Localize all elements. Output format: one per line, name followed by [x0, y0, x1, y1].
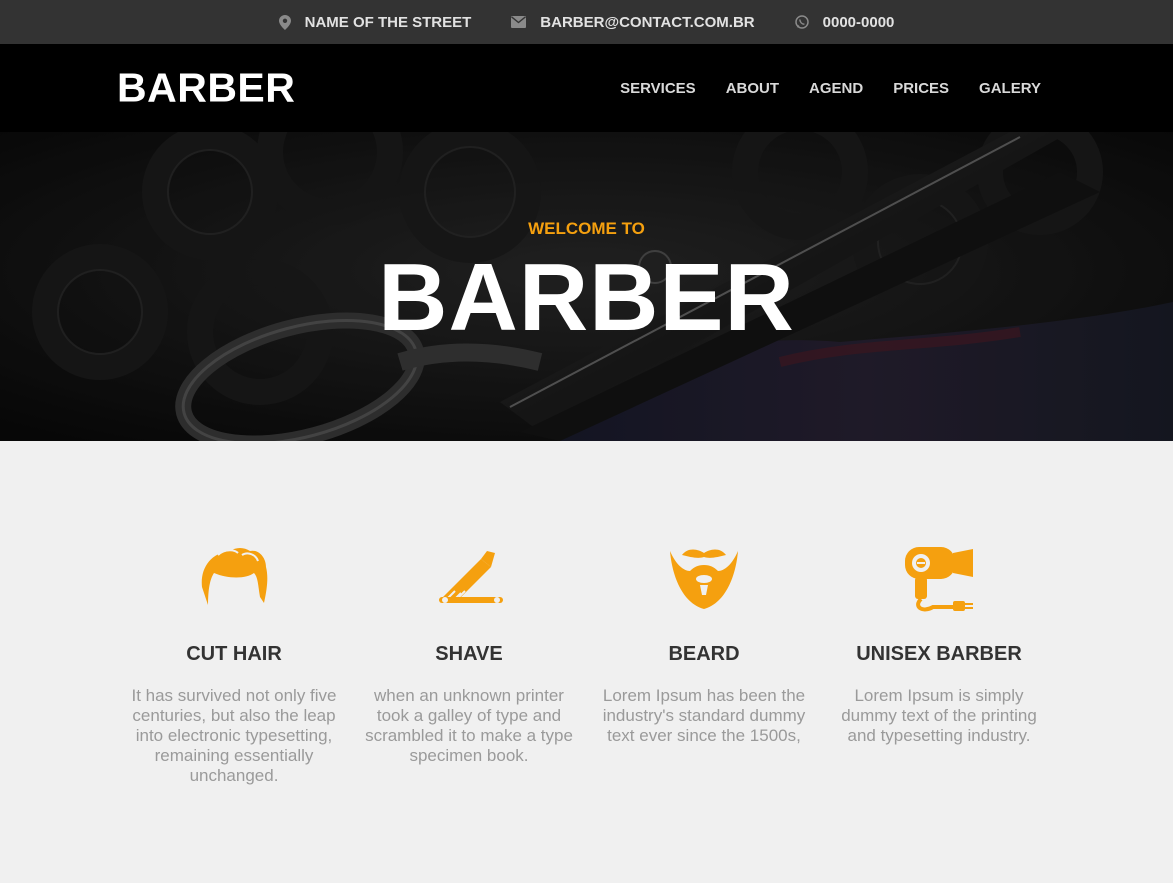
nav-item-galery[interactable]: GALERY — [979, 80, 1041, 97]
service-description: It has survived not only five centuries,… — [131, 686, 337, 785]
service-card-cut-hair: CUT HAIR It has survived not only five c… — [129, 545, 339, 786]
envelope-icon — [511, 16, 527, 28]
hero-welcome-text: WELCOME TO — [528, 219, 645, 238]
service-title: SHAVE — [435, 643, 503, 665]
beard-icon — [670, 549, 738, 609]
address-text: NAME OF THE STREET — [304, 13, 472, 31]
service-description: Lorem Ipsum is simply dummy text of the … — [841, 686, 1037, 745]
site-logo[interactable]: BARBER — [117, 65, 295, 112]
hair-icon — [201, 548, 268, 605]
service-description: when an unknown printer took a galley of… — [365, 686, 573, 765]
contact-address: NAME OF THE STREET — [278, 13, 472, 31]
hero-title: BARBER — [378, 244, 795, 351]
nav-item-agend[interactable]: AGEND — [809, 80, 863, 97]
nav-menu: SERVICES ABOUT AGEND PRICES GALERY — [590, 44, 1041, 132]
whatsapp-icon — [794, 15, 809, 29]
nav-item-about[interactable]: ABOUT — [726, 80, 779, 97]
service-card-shave: SHAVE when an unknown printer took a gal… — [364, 545, 574, 766]
hair-dryer-icon — [905, 547, 973, 612]
razor-icon — [439, 551, 503, 603]
service-card-unisex-barber: UNISEX BARBER Lorem Ipsum is simply dumm… — [834, 545, 1044, 746]
phone-text[interactable]: 0000-0000 — [823, 14, 895, 31]
service-card-beard: BEARD Lorem Ipsum has been the industry'… — [599, 545, 809, 746]
email-text[interactable]: BARBER@CONTACT.COM.BR — [540, 14, 754, 31]
service-title: UNISEX BARBER — [856, 643, 1022, 665]
contact-bar: NAME OF THE STREET BARBER@CONTACT.COM.BR… — [0, 0, 1173, 44]
service-title: CUT HAIR — [186, 643, 282, 665]
services-section: CUT HAIR It has survived not only five c… — [0, 441, 1173, 883]
service-title: BEARD — [668, 643, 740, 665]
service-description: Lorem Ipsum has been the industry's stan… — [602, 686, 806, 745]
nav-item-prices[interactable]: PRICES — [893, 80, 949, 97]
map-pin-icon — [278, 14, 291, 30]
nav-item-services[interactable]: SERVICES — [620, 80, 696, 97]
hero-banner: WELCOME TO BARBER — [0, 132, 1173, 441]
contact-email[interactable]: BARBER@CONTACT.COM.BR — [511, 14, 755, 31]
contact-phone[interactable]: 0000-0000 — [794, 14, 895, 31]
main-navbar: BARBER SERVICES ABOUT AGEND PRICES GALER… — [0, 44, 1173, 132]
